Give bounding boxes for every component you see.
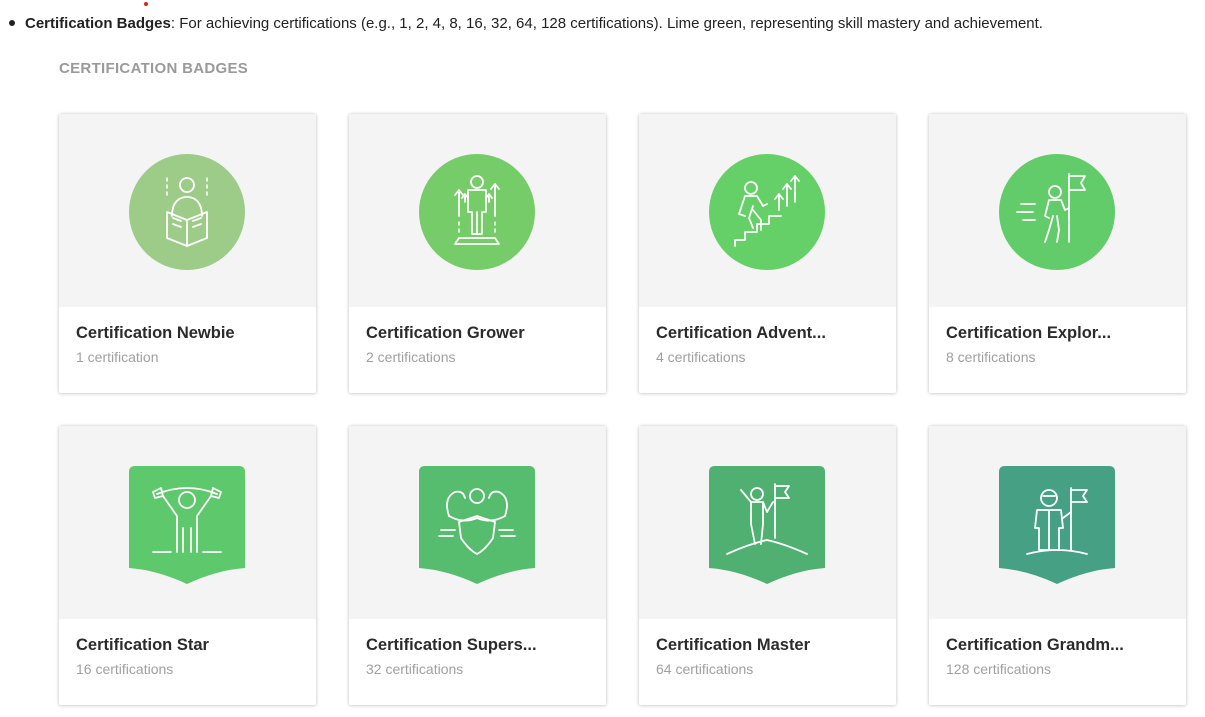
intro-text: : For achieving certifications (e.g., 1,… — [170, 15, 1043, 32]
badge-card[interactable]: Certification Supers... 32 certification… — [349, 426, 606, 705]
badge-art — [349, 426, 606, 619]
growing-person-icon — [419, 154, 535, 270]
superhero-shield-icon — [419, 466, 535, 584]
badge-art — [59, 114, 316, 307]
badge-title: Certification Star — [76, 636, 209, 654]
badge-grid: Certification Newbie 1 certification Cer… — [59, 114, 1188, 705]
badge-count: 128 certifications — [946, 661, 1052, 677]
badge-card[interactable]: Certification Star 16 certifications — [59, 426, 316, 705]
reading-book-icon — [129, 154, 245, 270]
badge-art — [59, 426, 316, 619]
badge-art — [349, 114, 606, 307]
badge-title: Certification Grandm... — [946, 636, 1124, 654]
badge-count: 4 certifications — [656, 349, 746, 365]
badge-art — [639, 114, 896, 307]
badge-card[interactable]: Certification Grower 2 certifications — [349, 114, 606, 393]
badge-card[interactable]: Certification Grandm... 128 certificatio… — [929, 426, 1186, 705]
badge-art — [639, 426, 896, 619]
badge-card[interactable]: Certification Explor... 8 certifications — [929, 114, 1186, 393]
badge-title: Certification Supers... — [366, 636, 537, 654]
badge-count: 64 certifications — [656, 661, 754, 677]
star-banner-icon — [129, 466, 245, 584]
badge-count: 32 certifications — [366, 661, 464, 677]
red-dot-marker — [144, 2, 148, 6]
section-title: CERTIFICATION BADGES — [59, 60, 249, 77]
astronaut-flag-icon — [999, 466, 1115, 584]
badge-art — [929, 426, 1186, 619]
bullet-icon — [9, 20, 15, 27]
badge-count: 8 certifications — [946, 349, 1036, 365]
badge-title: Certification Grower — [366, 324, 525, 342]
badge-card[interactable]: Certification Newbie 1 certification — [59, 114, 316, 393]
badge-card[interactable]: Certification Master 64 certifications — [639, 426, 896, 705]
explorer-flag-icon — [999, 154, 1115, 270]
badge-count: 2 certifications — [366, 349, 456, 365]
badge-art — [929, 114, 1186, 307]
climbing-stairs-icon — [709, 154, 825, 270]
badge-count: 16 certifications — [76, 661, 174, 677]
intro-bold: Certification Badges — [25, 15, 171, 32]
mountain-flag-icon — [709, 466, 825, 584]
badge-title: Certification Master — [656, 636, 811, 654]
intro-line: Certification Badges: For achieving cert… — [8, 15, 1043, 32]
badge-title: Certification Advent... — [656, 324, 826, 342]
badge-count: 1 certification — [76, 349, 159, 365]
badge-title: Certification Newbie — [76, 324, 235, 342]
badge-card[interactable]: Certification Advent... 4 certifications — [639, 114, 896, 393]
badge-title: Certification Explor... — [946, 324, 1112, 342]
